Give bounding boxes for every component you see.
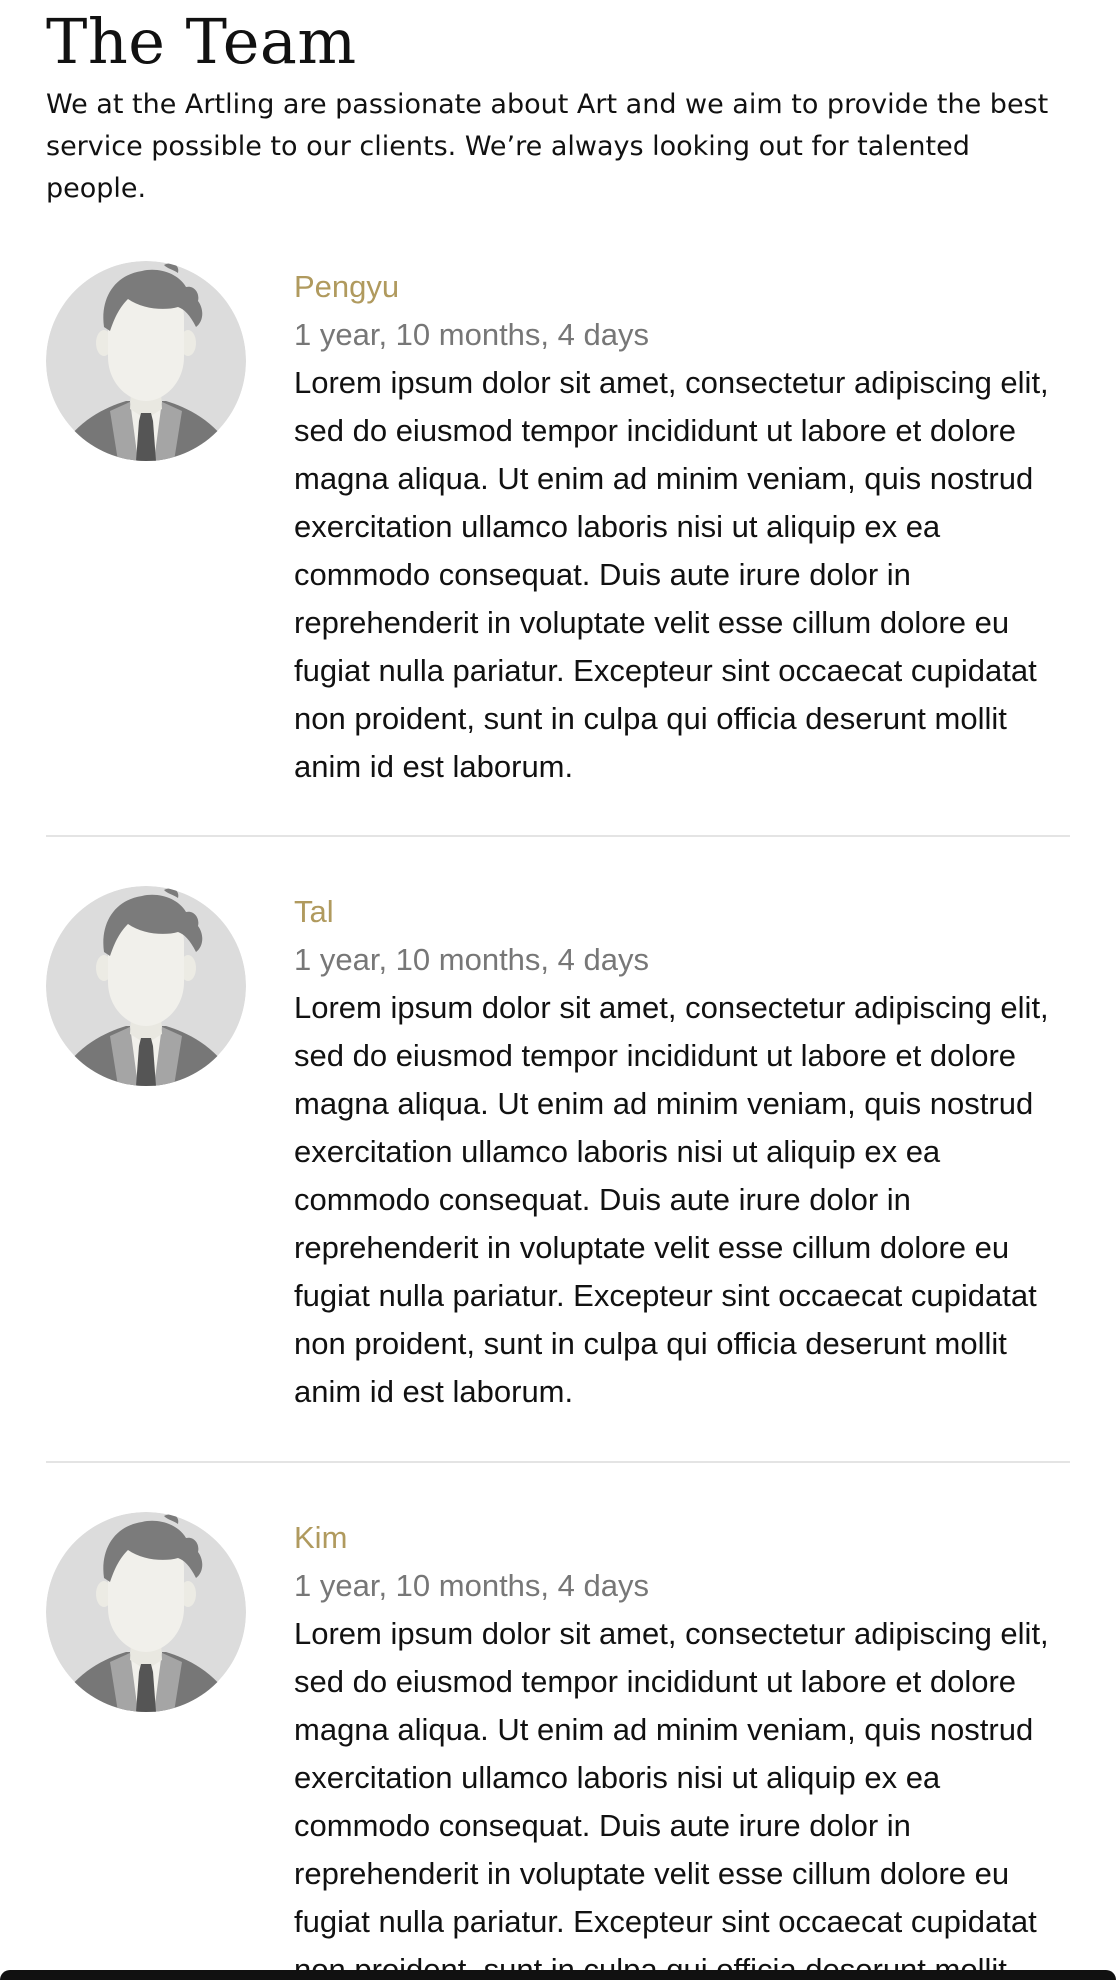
- team-member-card: Pengyu 1 year, 10 months, 4 days Lorem i…: [46, 261, 1070, 821]
- team-member-tenure: 1 year, 10 months, 4 days: [294, 942, 649, 977]
- page-title: The Team: [46, 5, 357, 78]
- team-member-bio: Lorem ipsum dolor sit amet, consectetur …: [294, 990, 1049, 1409]
- team-member-card: Tal 1 year, 10 months, 4 days Lorem ipsu…: [46, 886, 1070, 1446]
- section-divider: [46, 1461, 1070, 1463]
- team-member-info: Tal 1 year, 10 months, 4 days Lorem ipsu…: [294, 886, 1070, 1416]
- team-member-name[interactable]: Tal: [294, 888, 1070, 936]
- person-avatar-icon: [46, 1512, 246, 1712]
- team-member-bio: Lorem ipsum dolor sit amet, consectetur …: [294, 1616, 1049, 1980]
- team-member-info: Pengyu 1 year, 10 months, 4 days Lorem i…: [294, 261, 1070, 791]
- team-page: The Team We at the Artling are passionat…: [0, 0, 1116, 1980]
- team-member-bio: Lorem ipsum dolor sit amet, consectetur …: [294, 365, 1049, 784]
- team-member-name[interactable]: Kim: [294, 1514, 1070, 1562]
- person-avatar-icon: [46, 261, 246, 461]
- section-divider: [46, 835, 1070, 837]
- team-member-tenure: 1 year, 10 months, 4 days: [294, 1568, 649, 1603]
- team-member-info: Kim 1 year, 10 months, 4 days Lorem ipsu…: [294, 1512, 1070, 1980]
- team-member-name[interactable]: Pengyu: [294, 263, 1070, 311]
- window-bottom-edge: [0, 1970, 1116, 1980]
- team-member-card: Kim 1 year, 10 months, 4 days Lorem ipsu…: [46, 1512, 1070, 1980]
- person-avatar-icon: [46, 886, 246, 1086]
- team-member-tenure: 1 year, 10 months, 4 days: [294, 317, 649, 352]
- page-intro: We at the Artling are passionate about A…: [46, 89, 1049, 204]
